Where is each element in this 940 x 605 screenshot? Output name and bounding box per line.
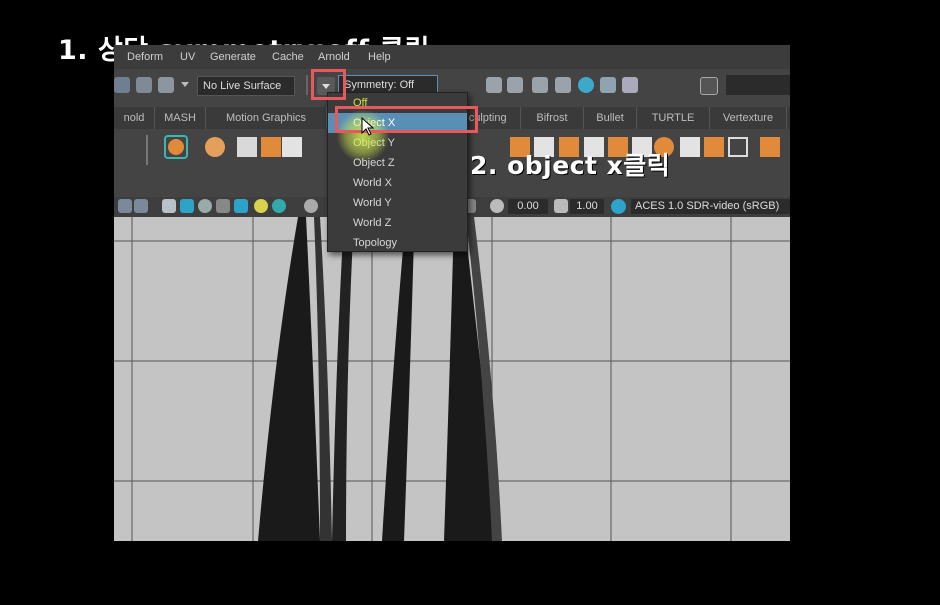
grid-icon[interactable]: [237, 137, 257, 157]
ipr-render-icon[interactable]: [532, 77, 548, 93]
option-world-z[interactable]: World Z: [328, 213, 467, 233]
tab-vertexture[interactable]: Vertexture: [710, 107, 787, 129]
hypershade-icon[interactable]: [578, 77, 594, 93]
frame-icon[interactable]: [728, 137, 748, 157]
render-icon[interactable]: [486, 77, 502, 93]
command-field[interactable]: [726, 75, 790, 95]
chevron-down-icon[interactable]: [181, 82, 189, 87]
viewport[interactable]: [114, 217, 790, 541]
image-plane-icon[interactable]: [118, 199, 132, 213]
smooth-shade-icon[interactable]: [180, 199, 194, 213]
menu-generate[interactable]: Generate: [210, 51, 256, 63]
tab-turtle[interactable]: TURTLE: [637, 107, 710, 129]
tab-bullet[interactable]: Bullet: [584, 107, 637, 129]
tab-motion-graphics[interactable]: Motion Graphics: [206, 107, 327, 129]
colorspace-field[interactable]: ACES 1.0 SDR-video (sRGB): [631, 199, 790, 214]
option-world-y[interactable]: World Y: [328, 193, 467, 213]
exposure-field[interactable]: 0.00: [508, 199, 548, 214]
mouse-pointer-icon: [361, 117, 375, 136]
cube-icon[interactable]: [261, 137, 281, 157]
viewport-canvas: [114, 217, 790, 541]
tab-bifrost[interactable]: Bifrost: [521, 107, 584, 129]
tab-mash[interactable]: MASH: [155, 107, 206, 129]
smooth-icon[interactable]: [205, 137, 225, 157]
symmetry-arrow-highlight: [311, 69, 346, 100]
light-icon[interactable]: [254, 199, 268, 213]
gamma-icon[interactable]: [554, 199, 568, 213]
textured-icon[interactable]: [216, 199, 230, 213]
mesh-shapes: [258, 217, 502, 541]
snap-view-icon[interactable]: [158, 77, 174, 93]
menu-deform[interactable]: Deform: [127, 51, 163, 63]
tab-rigging[interactable]: nold: [114, 107, 155, 129]
snap-curve-icon[interactable]: [114, 77, 130, 93]
cube-3d-icon[interactable]: [704, 137, 724, 157]
wireframe-icon[interactable]: [162, 199, 176, 213]
default-material-icon[interactable]: [198, 199, 212, 213]
option-world-x[interactable]: World X: [328, 173, 467, 193]
live-surface-field[interactable]: No Live Surface: [197, 76, 295, 96]
render-view-icon[interactable]: [600, 77, 616, 93]
text-icon[interactable]: [134, 199, 148, 213]
menubar: Deform UV Generate Cache Arnold Help: [114, 45, 790, 69]
sphere-grid-icon[interactable]: [760, 137, 780, 157]
object-x-highlight: [335, 106, 478, 133]
gamma-field[interactable]: 1.00: [570, 199, 604, 214]
menu-help[interactable]: Help: [368, 51, 391, 63]
text-cursor-icon[interactable]: [700, 77, 718, 95]
separator: [146, 135, 148, 165]
render-clapper-icon[interactable]: [507, 77, 523, 93]
separator: [306, 75, 308, 95]
checker-icon[interactable]: [282, 137, 302, 157]
pause-icon[interactable]: [622, 77, 638, 93]
snap-point-icon[interactable]: [136, 77, 152, 93]
render-settings-icon[interactable]: [555, 77, 571, 93]
shadow-icon[interactable]: [272, 199, 286, 213]
ambient-occlusion-icon[interactable]: [304, 199, 318, 213]
option-topology[interactable]: Topology: [328, 233, 467, 253]
menu-cache[interactable]: Cache: [272, 51, 304, 63]
exposure-icon[interactable]: [490, 199, 504, 213]
sculpt-tool-icon[interactable]: [164, 135, 188, 159]
step2-caption: 2. object x클릭: [470, 151, 671, 180]
checker-display-icon[interactable]: [234, 199, 248, 213]
crate-icon[interactable]: [680, 137, 700, 157]
sphere-icon: [168, 139, 184, 155]
menu-uv[interactable]: UV: [180, 51, 195, 63]
menu-arnold[interactable]: Arnold: [318, 51, 350, 63]
color-management-on-icon[interactable]: [611, 199, 626, 214]
